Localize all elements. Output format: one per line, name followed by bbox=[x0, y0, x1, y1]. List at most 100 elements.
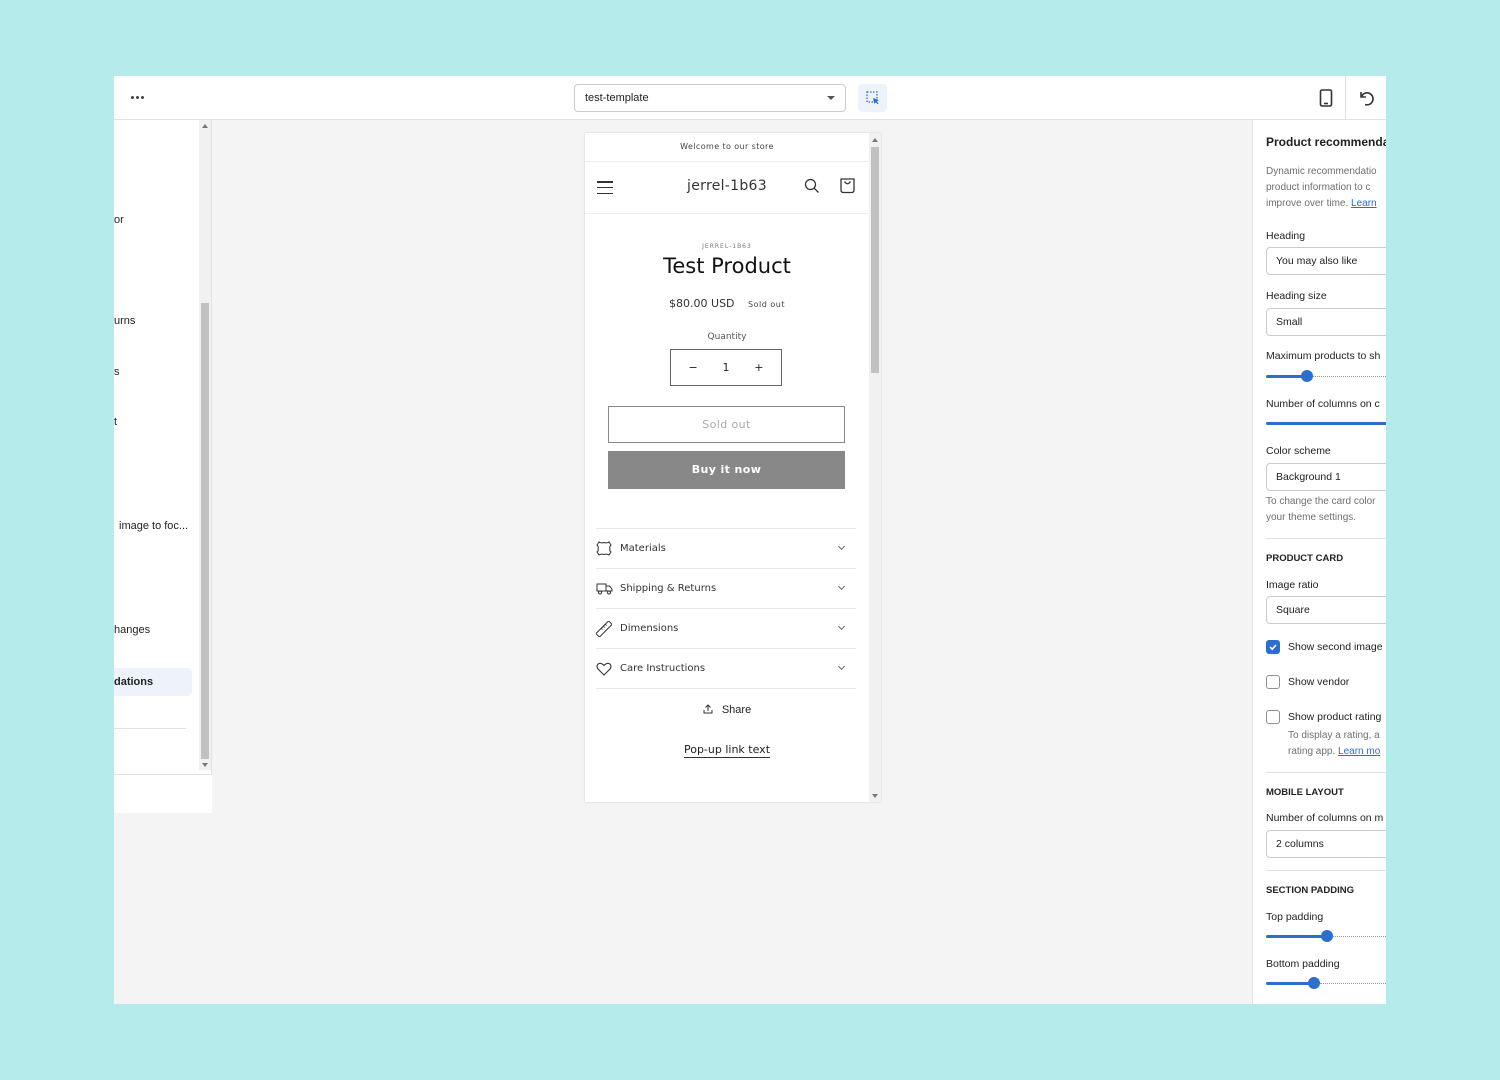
sidebar-footer bbox=[114, 774, 212, 813]
scrollbar-thumb[interactable] bbox=[201, 303, 209, 759]
divider bbox=[1266, 870, 1386, 871]
divider bbox=[1266, 772, 1386, 773]
sidebar-item[interactable]: s bbox=[114, 366, 194, 378]
scroll-down-arrow-icon[interactable] bbox=[872, 794, 878, 798]
heart-icon bbox=[596, 662, 612, 676]
inspector-toggle-button[interactable] bbox=[858, 84, 887, 112]
product-title: Test Product bbox=[663, 254, 791, 278]
sidebar-item[interactable]: image to foc... bbox=[119, 520, 199, 532]
sold-out-button[interactable]: Sold out bbox=[608, 406, 845, 443]
product-price: $80.00 USD bbox=[669, 297, 735, 310]
chevron-down-icon bbox=[837, 542, 846, 551]
section-padding-heading: SECTION PADDING bbox=[1266, 885, 1354, 896]
sidebar-item[interactable]: urns bbox=[114, 315, 194, 327]
search-icon[interactable] bbox=[804, 178, 820, 194]
scroll-up-arrow-icon[interactable] bbox=[202, 124, 208, 128]
show-rating-checkbox[interactable]: Show product rating bbox=[1266, 710, 1381, 724]
color-scheme-label: Color scheme bbox=[1266, 445, 1331, 457]
sidebar-item[interactable]: hanges bbox=[114, 624, 194, 636]
help-line: your theme settings. bbox=[1266, 512, 1357, 523]
columns-mobile-select[interactable]: 2 columns bbox=[1266, 830, 1386, 858]
undo-icon bbox=[1360, 92, 1374, 106]
store-header: jerrel-1b63 bbox=[585, 162, 869, 214]
product-accordion: Materials Shipping & Returns Dimensions … bbox=[596, 528, 856, 689]
checkbox[interactable] bbox=[1266, 710, 1280, 724]
sidebar-item[interactable]: t bbox=[114, 416, 194, 428]
slider-handle[interactable] bbox=[1321, 930, 1333, 942]
checkbox[interactable] bbox=[1266, 640, 1280, 654]
accordion-item-shipping[interactable]: Shipping & Returns bbox=[596, 569, 856, 609]
quantity-label: Quantity bbox=[707, 332, 747, 342]
scrollbar-thumb[interactable] bbox=[871, 147, 879, 373]
top-padding-slider[interactable] bbox=[1266, 930, 1386, 942]
undo-button[interactable] bbox=[1352, 84, 1380, 112]
color-scheme-help: To change the card color your theme sett… bbox=[1266, 494, 1376, 526]
settings-description: Dynamic recommendatio product informatio… bbox=[1266, 164, 1377, 212]
show-second-image-checkbox[interactable]: Show second image bbox=[1266, 640, 1383, 654]
help-line: To display a rating, a bbox=[1288, 730, 1380, 741]
slider-track bbox=[1333, 936, 1386, 937]
heading-input[interactable]: You may also like bbox=[1266, 247, 1386, 275]
cart-icon[interactable] bbox=[839, 177, 856, 194]
show-vendor-checkbox[interactable]: Show vendor bbox=[1266, 675, 1349, 689]
mobile-layout-heading: MOBILE LAYOUT bbox=[1266, 787, 1344, 798]
accordion-item-care[interactable]: Care Instructions bbox=[596, 649, 856, 689]
columns-mobile-label: Number of columns on m bbox=[1266, 812, 1384, 824]
bottom-padding-label: Bottom padding bbox=[1266, 958, 1340, 970]
heading-label: Heading bbox=[1266, 230, 1306, 242]
divider bbox=[1266, 538, 1386, 539]
quantity-decrease-button[interactable]: − bbox=[678, 361, 708, 374]
max-products-slider[interactable] bbox=[1266, 370, 1386, 382]
slider-handle[interactable] bbox=[1301, 370, 1313, 382]
ellipsis-dot bbox=[140, 95, 144, 99]
popup-link-text: Pop-up link text bbox=[683, 743, 771, 758]
quantity-stepper: − 1 + bbox=[670, 349, 782, 386]
mobile-device-icon bbox=[1319, 89, 1333, 107]
share-icon bbox=[703, 704, 713, 714]
checkbox[interactable] bbox=[1266, 675, 1280, 689]
help-line: rating app. Learn mo bbox=[1288, 746, 1381, 757]
buy-it-now-button[interactable]: Buy it now bbox=[608, 451, 845, 489]
scroll-up-arrow-icon[interactable] bbox=[872, 138, 878, 142]
sidebar-item[interactable]: or bbox=[114, 214, 194, 226]
rating-learn-more-link[interactable]: Learn mo bbox=[1338, 746, 1380, 757]
device-preview-button[interactable] bbox=[1312, 84, 1340, 112]
heading-size-select[interactable]: Small bbox=[1266, 308, 1386, 336]
more-actions-button[interactable] bbox=[128, 88, 146, 106]
slider-fill bbox=[1266, 935, 1327, 938]
slider-handle[interactable] bbox=[1308, 977, 1320, 989]
sidebar-item-product-recommendations[interactable]: dations bbox=[114, 668, 192, 696]
store-name[interactable]: jerrel-1b63 bbox=[585, 178, 869, 194]
top-bar: test-template bbox=[114, 76, 1386, 120]
preview-scrollbar[interactable] bbox=[869, 133, 881, 802]
price-row: $80.00 USD Sold out bbox=[585, 297, 869, 310]
accordion-item-materials[interactable]: Materials bbox=[596, 529, 856, 569]
truck-icon bbox=[596, 583, 613, 595]
share-label: Share bbox=[721, 704, 752, 716]
accordion-item-dimensions[interactable]: Dimensions bbox=[596, 609, 856, 649]
sidebar-scrollbar[interactable] bbox=[199, 120, 211, 770]
template-select[interactable]: test-template bbox=[574, 84, 846, 112]
slider-fill bbox=[1266, 982, 1314, 985]
quantity-increase-button[interactable]: + bbox=[744, 361, 774, 374]
accordion-label: Shipping & Returns bbox=[620, 583, 717, 594]
announcement-bar: Welcome to our store bbox=[585, 133, 869, 162]
ellipsis-dot bbox=[135, 95, 139, 99]
share-button[interactable]: Share bbox=[585, 704, 869, 716]
learn-more-link[interactable]: Learn bbox=[1351, 198, 1377, 209]
bottom-padding-slider[interactable] bbox=[1266, 977, 1386, 989]
checkmark-icon bbox=[1269, 644, 1277, 651]
color-scheme-select[interactable]: Background 1 bbox=[1266, 463, 1386, 491]
sections-sidebar: or urns s t image to foc... hanges datio… bbox=[114, 120, 212, 813]
quantity-input[interactable]: 1 bbox=[722, 361, 729, 374]
scroll-down-arrow-icon[interactable] bbox=[202, 763, 208, 767]
image-ratio-select[interactable]: Square bbox=[1266, 596, 1386, 624]
popup-link[interactable]: Pop-up link text bbox=[585, 743, 869, 758]
rating-help: To display a rating, a rating app. Learn… bbox=[1288, 728, 1380, 760]
caret-down-icon bbox=[827, 96, 835, 100]
chevron-down-icon bbox=[837, 582, 846, 591]
help-line: To change the card color bbox=[1266, 496, 1376, 507]
max-products-label: Maximum products to sh bbox=[1266, 350, 1381, 362]
settings-title: Product recommenda bbox=[1266, 135, 1386, 149]
columns-desktop-slider[interactable] bbox=[1266, 417, 1386, 429]
